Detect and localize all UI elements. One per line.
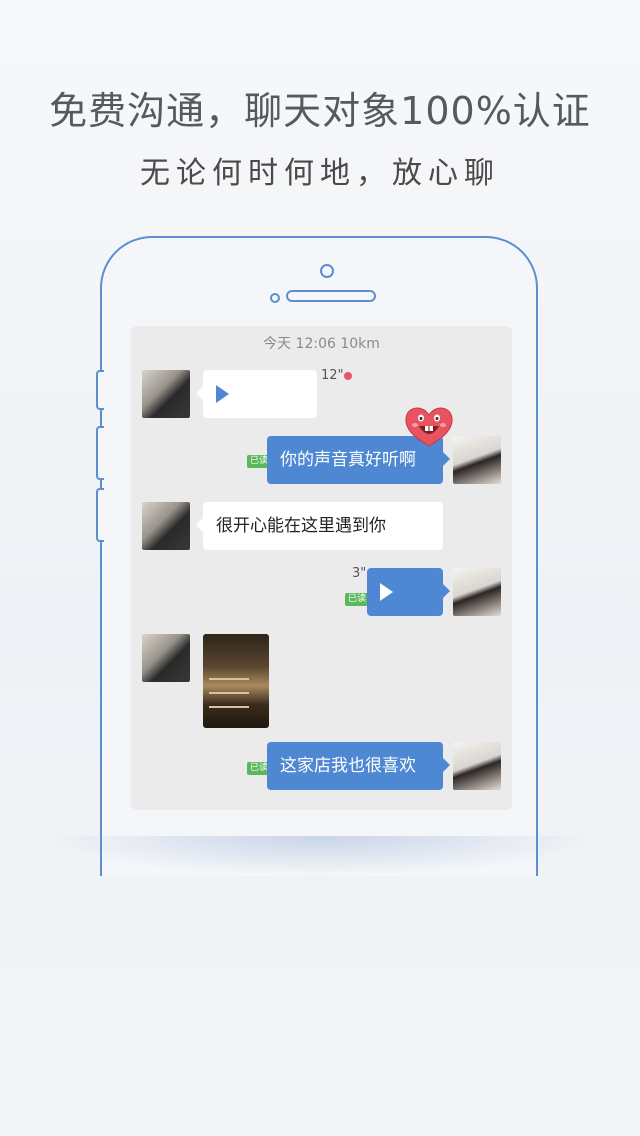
read-status-badge: 已读 [345, 593, 370, 606]
avatar-female[interactable] [453, 568, 501, 616]
photo-detail [209, 678, 249, 680]
voice-duration-in: 12" [321, 368, 344, 383]
subline: 无论何时何地，放心聊 [140, 156, 500, 191]
message-out[interactable]: 这家店我也很喜欢 [267, 742, 450, 790]
voice-message-out[interactable] [367, 568, 450, 616]
photo-detail [209, 692, 249, 694]
chat-timestamp: 今天 12:06 10km [263, 336, 380, 352]
voice-duration-out: 3" [352, 566, 367, 581]
play-icon [380, 583, 393, 601]
avatar-female[interactable] [453, 436, 501, 484]
avatar-male[interactable] [142, 634, 190, 682]
phone-mute-switch [96, 370, 104, 410]
voice-message-in[interactable] [196, 370, 317, 418]
phone-volume-down [96, 488, 104, 542]
message-in[interactable]: 很开心能在这里遇到你 [196, 502, 443, 550]
phone-shadow [40, 836, 600, 876]
avatar-male[interactable] [142, 370, 190, 418]
headline: 免费沟通，聊天对象100%认证 [49, 89, 591, 133]
front-camera [320, 264, 334, 278]
unread-dot [344, 372, 352, 380]
photo-detail [209, 706, 249, 708]
play-icon [216, 385, 229, 403]
chat-screen: 今天 12:06 10km 12" 已读 你的声音真好听啊 很开心能在这里遇到你… [131, 326, 512, 810]
earpiece-speaker [286, 290, 376, 302]
proximity-sensor [270, 293, 280, 303]
avatar-female[interactable] [453, 742, 501, 790]
heart-sticker-icon [405, 407, 453, 447]
avatar-male[interactable] [142, 502, 190, 550]
phone-volume-up [96, 426, 104, 480]
photo-message[interactable] [203, 634, 269, 728]
